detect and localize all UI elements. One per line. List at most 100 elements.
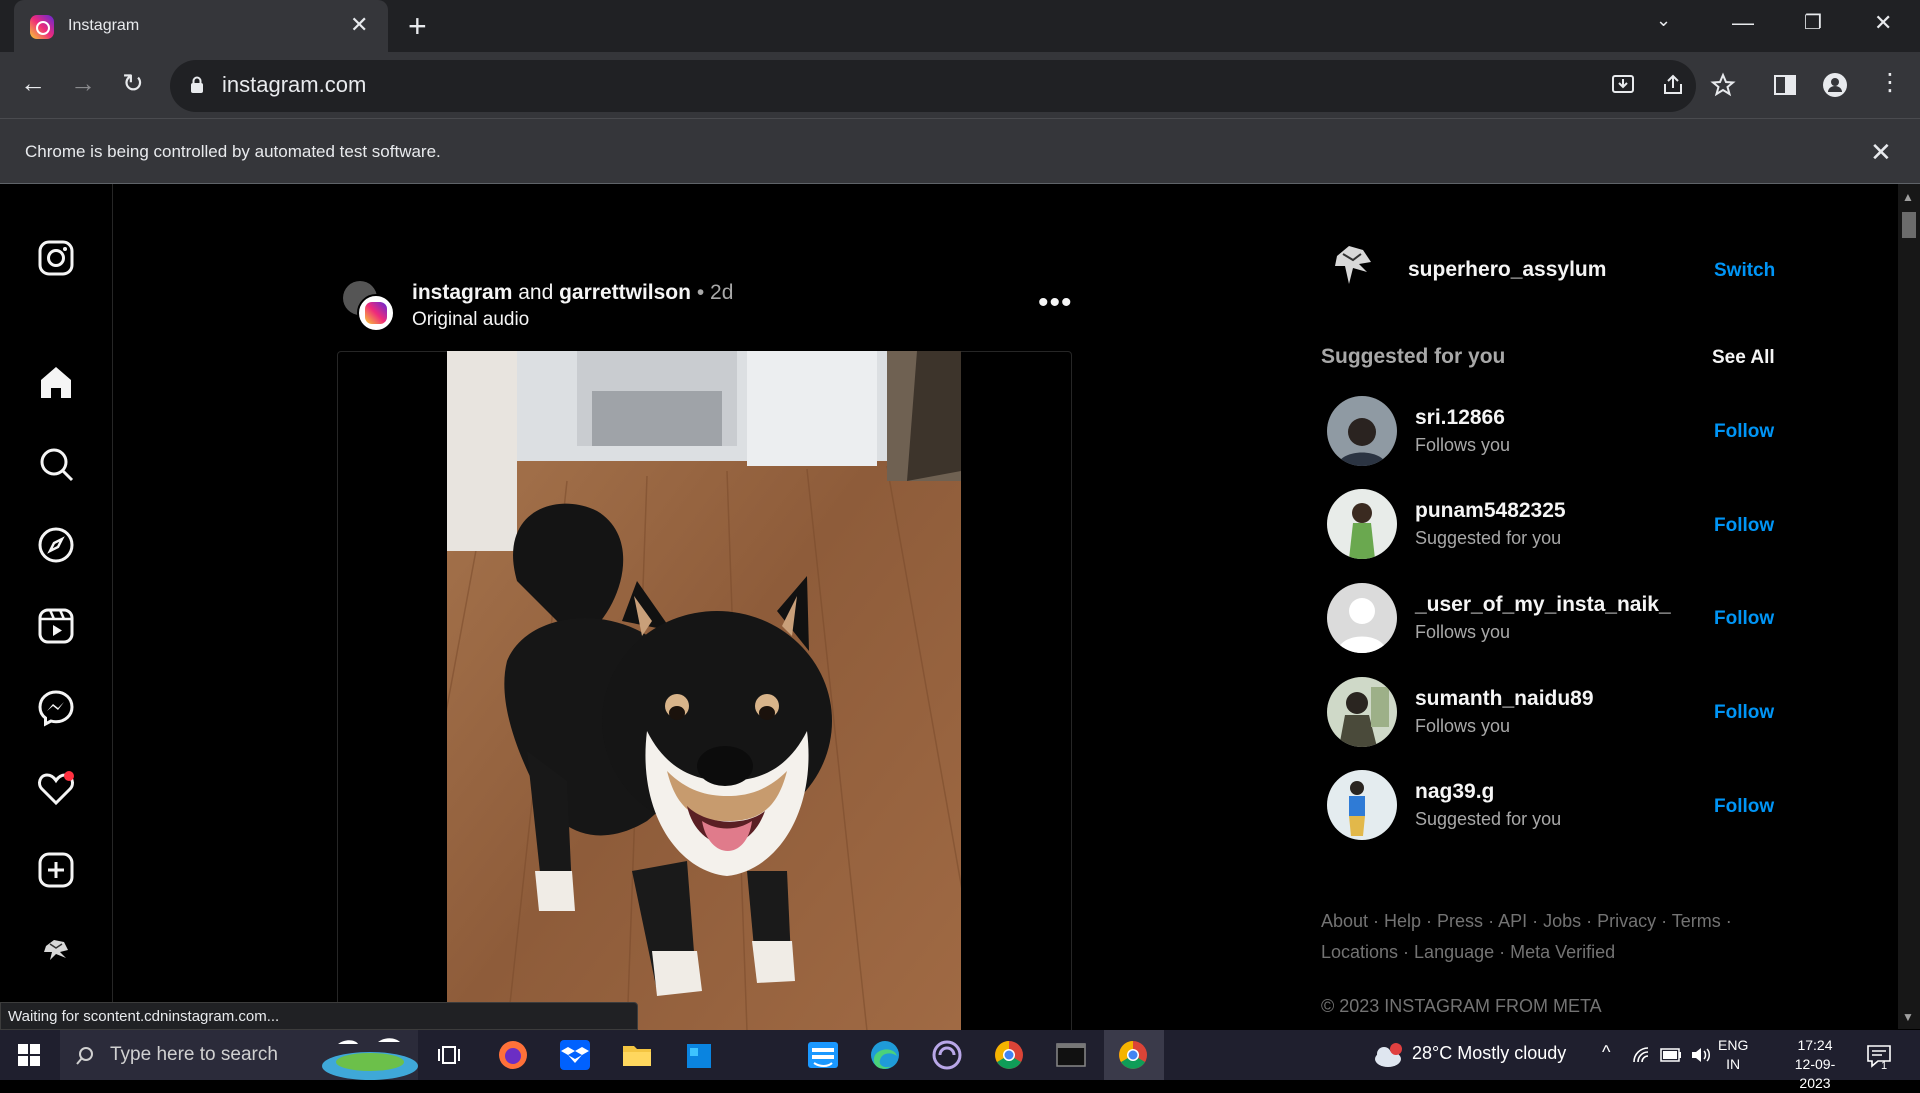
taskbar-search-placeholder[interactable]: Type here to search (110, 1044, 278, 1066)
suggestion-username[interactable]: sri.12866 (1415, 406, 1505, 430)
footer-links-line2[interactable]: Locations · Language · Meta Verified (1321, 937, 1741, 968)
chrome-icon[interactable] (990, 1036, 1028, 1074)
post-more-options-icon[interactable]: ••• (1038, 286, 1073, 320)
notification-center-icon[interactable] (1866, 1044, 1892, 1068)
profile-avatar-icon[interactable] (36, 930, 76, 970)
wifi-icon[interactable] (1632, 1046, 1650, 1064)
browser-app-icon[interactable] (928, 1036, 966, 1074)
suggestion-username[interactable]: punam5482325 (1415, 499, 1566, 523)
notifications-heart-icon[interactable] (36, 768, 76, 808)
dog-photo[interactable] (447, 351, 961, 1031)
new-tab-button[interactable]: + (408, 8, 427, 45)
follow-button[interactable]: Follow (1714, 608, 1774, 630)
bookmark-star-icon[interactable] (1710, 72, 1736, 98)
see-all-link[interactable]: See All (1712, 347, 1775, 369)
weather-text[interactable]: 28°C Mostly cloudy (1412, 1043, 1566, 1064)
scrollbar-thumb[interactable] (1902, 212, 1916, 238)
scroll-up-arrow-icon[interactable]: ▲ (1902, 190, 1914, 204)
firefox-icon[interactable] (494, 1036, 532, 1074)
suggestion-avatar[interactable] (1327, 677, 1397, 747)
task-view-icon[interactable] (437, 1043, 461, 1067)
restore-button[interactable]: ❐ (1804, 10, 1822, 35)
tab-close-icon[interactable]: ✕ (350, 12, 368, 38)
follow-button[interactable]: Follow (1714, 796, 1774, 818)
address-bar[interactable] (170, 60, 1696, 112)
switch-account-link[interactable]: Switch (1714, 260, 1775, 282)
suggestion-subtitle: Follows you (1415, 435, 1511, 455)
clock[interactable]: 17:24 12-09-2023 (1780, 1036, 1850, 1093)
author-garrettwilson-link[interactable]: garrettwilson (559, 281, 691, 304)
instagram-avatar[interactable] (357, 294, 395, 332)
chrome-active-icon[interactable] (1114, 1036, 1152, 1074)
follow-button[interactable]: Follow (1714, 702, 1774, 724)
suggestion-avatar[interactable] (1327, 396, 1397, 466)
suggestion-avatar[interactable] (1327, 583, 1397, 653)
windows-start-icon[interactable] (18, 1044, 40, 1066)
dropbox-icon[interactable] (556, 1036, 594, 1074)
install-app-icon[interactable] (1610, 72, 1636, 98)
file-explorer-icon[interactable] (618, 1036, 656, 1074)
reload-button[interactable]: ↻ (122, 68, 144, 99)
tab-title: Instagram (68, 17, 140, 34)
suggestion-username[interactable]: _user_of_my_insta_naik_ (1415, 593, 1671, 617)
suggested-title: Suggested for you (1321, 345, 1506, 368)
instagram-favicon-icon (30, 15, 54, 39)
lock-icon[interactable] (190, 76, 204, 94)
back-button[interactable]: ← (20, 68, 46, 99)
battery-icon[interactable] (1660, 1048, 1682, 1062)
input-language-indicator[interactable]: ENG IN (1718, 1036, 1748, 1074)
status-text: Waiting for scontent.cdninstagram.com... (8, 1008, 280, 1025)
taskbar-search-icon (76, 1047, 93, 1065)
search-highlight-island-icon[interactable] (318, 1034, 420, 1080)
post-audio-link[interactable]: Original audio (412, 309, 529, 331)
current-username[interactable]: superhero_assylum (1408, 258, 1606, 282)
tab-search-chevron-icon[interactable]: ⌄ (1656, 10, 1671, 31)
footer-links: About · Help · Press · API · Jobs · Priv… (1321, 906, 1741, 968)
current-user-avatar[interactable] (1327, 236, 1383, 292)
create-post-icon[interactable] (36, 850, 76, 890)
browser-menu-icon[interactable]: ⋮ (1878, 68, 1902, 97)
explore-compass-icon[interactable] (36, 525, 76, 565)
url-text[interactable]: instagram.com (222, 72, 366, 98)
edge-icon[interactable] (866, 1036, 904, 1074)
suggestion-username[interactable]: nag39.g (1415, 780, 1494, 804)
post-author-line: instagram and garrettwilson • 2d (412, 281, 733, 305)
clock-time: 17:24 (1797, 1037, 1833, 1053)
instagram-logo-icon[interactable] (36, 238, 76, 278)
author-instagram-link[interactable]: instagram (412, 281, 512, 304)
messenger-icon[interactable] (36, 688, 76, 728)
footer-links-line1[interactable]: About · Help · Press · API · Jobs · Priv… (1321, 906, 1741, 937)
side-panel-icon[interactable] (1772, 72, 1798, 98)
suggestion-subtitle: Suggested for you (1415, 528, 1562, 548)
share-icon[interactable] (1660, 72, 1686, 98)
scroll-down-arrow-icon[interactable]: ▼ (1902, 1010, 1914, 1024)
show-hidden-icons-chevron-icon[interactable]: ^ (1602, 1042, 1610, 1063)
suggestion-avatar[interactable] (1327, 770, 1397, 840)
copyright: © 2023 INSTAGRAM FROM META (1321, 996, 1602, 1016)
weather-cloudy-icon[interactable] (1372, 1040, 1404, 1070)
suggestion-subtitle: Suggested for you (1415, 809, 1562, 829)
close-window-button[interactable]: ✕ (1874, 10, 1892, 36)
clock-date: 12-09-2023 (1794, 1056, 1836, 1091)
lang-line1: ENG (1718, 1037, 1749, 1053)
forward-button[interactable]: → (70, 68, 96, 99)
volume-icon[interactable] (1690, 1046, 1712, 1064)
follow-button[interactable]: Follow (1714, 515, 1774, 537)
suggestion-username[interactable]: sumanth_naidu89 (1415, 687, 1594, 711)
infobar-close-icon[interactable]: ✕ (1870, 137, 1892, 168)
reels-icon[interactable] (36, 606, 76, 646)
author-connector: and (518, 281, 554, 304)
minimize-button[interactable]: — (1732, 10, 1754, 36)
profile-icon[interactable] (1822, 72, 1848, 98)
follow-button[interactable]: Follow (1714, 421, 1774, 443)
prime-video-icon[interactable] (804, 1036, 842, 1074)
home-icon[interactable] (36, 362, 76, 402)
post-separator: • (696, 281, 705, 304)
terminal-icon[interactable] (1052, 1036, 1090, 1074)
suggestion-avatar[interactable] (1327, 489, 1397, 559)
search-icon[interactable] (36, 444, 76, 484)
page-scrollbar[interactable] (1898, 184, 1920, 1029)
post-time[interactable]: 2d (710, 281, 733, 304)
lang-line2: IN (1726, 1056, 1741, 1072)
microsoft-store-icon[interactable] (680, 1036, 718, 1074)
